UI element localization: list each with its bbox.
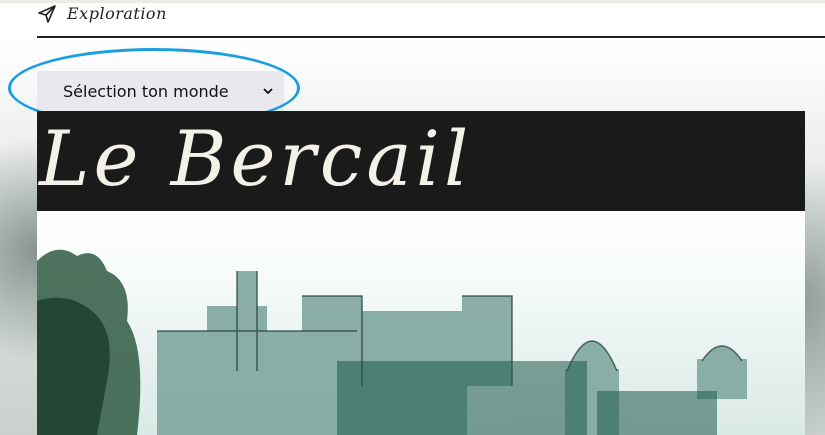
nav-title[interactable]: Exploration [67,4,167,23]
banner-title: Le Bercail [39,114,473,203]
send-icon[interactable] [37,4,57,24]
title-banner: Le Bercail [37,111,805,211]
header: Exploration [37,0,825,38]
city-artwork [37,211,805,435]
